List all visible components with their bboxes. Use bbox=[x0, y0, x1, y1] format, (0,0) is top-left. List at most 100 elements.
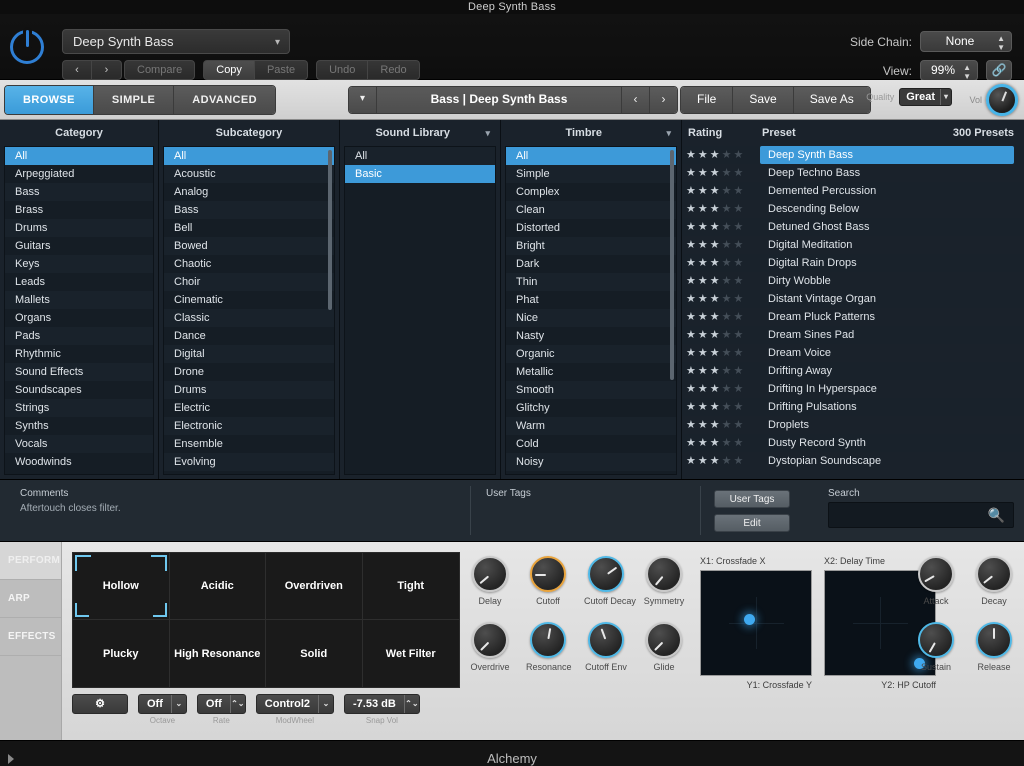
star-icon[interactable]: ★ bbox=[710, 383, 720, 395]
star-icon[interactable]: ★ bbox=[722, 311, 732, 323]
preset-row[interactable]: ★ ★ ★ ★ ★ Deep Techno Bass bbox=[682, 164, 1024, 182]
scrollbar[interactable] bbox=[670, 150, 674, 380]
knob[interactable] bbox=[646, 622, 682, 658]
sound-library-header[interactable]: Sound Library ▾ bbox=[340, 120, 500, 146]
star-icon[interactable]: ★ bbox=[686, 293, 696, 305]
expand-triangle-icon[interactable] bbox=[8, 754, 14, 764]
stepper-arrows-icon[interactable]: ⌃⌄ bbox=[403, 695, 419, 713]
star-icon[interactable]: ★ bbox=[710, 419, 720, 431]
subcategory-list-item[interactable]: Acoustic bbox=[164, 165, 334, 183]
star-icon[interactable]: ★ bbox=[710, 401, 720, 413]
star-icon[interactable]: ★ bbox=[710, 329, 720, 341]
rating-stars[interactable]: ★ ★ ★ ★ ★ bbox=[682, 383, 760, 395]
star-icon[interactable]: ★ bbox=[710, 239, 720, 251]
category-list-item[interactable]: Mallets bbox=[5, 291, 153, 309]
xy-pad-handle[interactable] bbox=[744, 614, 755, 625]
star-icon[interactable]: ★ bbox=[722, 437, 732, 449]
star-icon[interactable]: ★ bbox=[686, 311, 696, 323]
star-icon[interactable]: ★ bbox=[722, 203, 732, 215]
preset-row[interactable]: ★ ★ ★ ★ ★ Descending Below bbox=[682, 200, 1024, 218]
preset-row[interactable]: ★ ★ ★ ★ ★ Drifting Away bbox=[682, 362, 1024, 380]
preset-row[interactable]: ★ ★ ★ ★ ★ Dystopian Soundscape bbox=[682, 452, 1024, 470]
timbre-list-item[interactable]: Clean bbox=[506, 201, 676, 219]
star-icon[interactable]: ★ bbox=[722, 365, 732, 377]
preset-row[interactable]: ★ ★ ★ ★ ★ Digital Rain Drops bbox=[682, 254, 1024, 272]
rating-stars[interactable]: ★ ★ ★ ★ ★ bbox=[682, 167, 760, 179]
tab-perform[interactable]: PERFORM bbox=[0, 542, 61, 580]
knob[interactable] bbox=[530, 556, 566, 592]
preset-row[interactable]: ★ ★ ★ ★ ★ Droplets bbox=[682, 416, 1024, 434]
paste-button[interactable]: Paste bbox=[254, 60, 309, 80]
snapshot-pad[interactable]: Solid bbox=[266, 620, 363, 687]
category-list-item[interactable]: Organs bbox=[5, 309, 153, 327]
undo-button[interactable]: Undo bbox=[316, 60, 369, 80]
timbre-list-item[interactable]: Nasty bbox=[506, 327, 676, 345]
star-icon[interactable]: ★ bbox=[734, 221, 744, 233]
star-icon[interactable]: ★ bbox=[710, 293, 720, 305]
timbre-list-item[interactable]: Cold bbox=[506, 435, 676, 453]
preset-row[interactable]: ★ ★ ★ ★ ★ Distant Vintage Organ bbox=[682, 290, 1024, 308]
copy-button[interactable]: Copy bbox=[203, 60, 255, 80]
preset-path-value[interactable]: Bass | Deep Synth Bass bbox=[377, 87, 621, 113]
rating-stars[interactable]: ★ ★ ★ ★ ★ bbox=[682, 347, 760, 359]
category-list-item[interactable]: Pads bbox=[5, 327, 153, 345]
star-icon[interactable]: ★ bbox=[734, 401, 744, 413]
subcategory-list-item[interactable]: Ensemble bbox=[164, 435, 334, 453]
star-icon[interactable]: ★ bbox=[710, 185, 720, 197]
star-icon[interactable]: ★ bbox=[734, 239, 744, 251]
subcategory-list-item[interactable]: All bbox=[164, 147, 334, 165]
timbre-list-item[interactable]: Complex bbox=[506, 183, 676, 201]
sound-library-list-item[interactable]: All bbox=[345, 147, 495, 165]
star-icon[interactable]: ★ bbox=[710, 167, 720, 179]
star-icon[interactable]: ★ bbox=[698, 221, 708, 233]
star-icon[interactable]: ★ bbox=[698, 365, 708, 377]
star-icon[interactable]: ★ bbox=[698, 149, 708, 161]
subcategory-list-item[interactable]: Analog bbox=[164, 183, 334, 201]
star-icon[interactable]: ★ bbox=[734, 329, 744, 341]
control-dropdown[interactable]: Control2 ⌄ bbox=[255, 694, 335, 714]
quality-dropdown[interactable]: Great ▾ bbox=[899, 88, 952, 106]
timbre-header[interactable]: Timbre ▾ bbox=[501, 120, 681, 146]
scrollbar[interactable] bbox=[328, 150, 332, 310]
star-icon[interactable]: ★ bbox=[698, 401, 708, 413]
link-icon[interactable]: 🔗 bbox=[986, 60, 1012, 81]
timbre-list-item[interactable]: All bbox=[506, 147, 676, 165]
rating-stars[interactable]: ★ ★ ★ ★ ★ bbox=[682, 293, 760, 305]
subcategory-list[interactable]: All Acoustic Analog Bass Bell Bowed Chaotic Cho… bbox=[163, 146, 335, 475]
preset-row[interactable]: ★ ★ ★ ★ ★ Dream Voice bbox=[682, 344, 1024, 362]
star-icon[interactable]: ★ bbox=[734, 347, 744, 359]
rating-stars[interactable]: ★ ★ ★ ★ ★ bbox=[682, 365, 760, 377]
star-icon[interactable]: ★ bbox=[710, 365, 720, 377]
knob[interactable] bbox=[472, 556, 508, 592]
star-icon[interactable]: ★ bbox=[710, 437, 720, 449]
view-zoom-dropdown[interactable]: 99% ▲ ▼ bbox=[919, 60, 978, 81]
star-icon[interactable]: ★ bbox=[722, 293, 732, 305]
star-icon[interactable]: ★ bbox=[722, 347, 732, 359]
knob[interactable] bbox=[976, 622, 1012, 658]
star-icon[interactable]: ★ bbox=[698, 437, 708, 449]
star-icon[interactable]: ★ bbox=[686, 167, 696, 179]
preset-path-prev-button[interactable]: ‹ bbox=[621, 87, 649, 113]
volume-knob[interactable] bbox=[986, 84, 1018, 116]
timbre-list-item[interactable]: Distorted bbox=[506, 219, 676, 237]
preset-row[interactable]: ★ ★ ★ ★ ★ Dream Pluck Patterns bbox=[682, 308, 1024, 326]
redo-button[interactable]: Redo bbox=[368, 60, 420, 80]
star-icon[interactable]: ★ bbox=[698, 311, 708, 323]
category-list-item[interactable]: Strings bbox=[5, 399, 153, 417]
user-tags-button[interactable]: User Tags bbox=[714, 490, 790, 508]
subcategory-list-item[interactable]: Classic bbox=[164, 309, 334, 327]
preset-row[interactable]: ★ ★ ★ ★ ★ Demented Percussion bbox=[682, 182, 1024, 200]
sound-library-list[interactable]: All Basic bbox=[344, 146, 496, 475]
timbre-list-item[interactable]: Phat bbox=[506, 291, 676, 309]
tab-browse[interactable]: BROWSE bbox=[5, 86, 94, 114]
tab-advanced[interactable]: ADVANCED bbox=[174, 86, 275, 114]
subcategory-list-item[interactable]: Cinematic bbox=[164, 291, 334, 309]
star-icon[interactable]: ★ bbox=[734, 203, 744, 215]
star-icon[interactable]: ★ bbox=[710, 275, 720, 287]
timbre-list-item[interactable]: Nice bbox=[506, 309, 676, 327]
preset-row[interactable]: ★ ★ ★ ★ ★ Digital Meditation bbox=[682, 236, 1024, 254]
star-icon[interactable]: ★ bbox=[686, 383, 696, 395]
next-preset-button[interactable]: › bbox=[92, 60, 122, 80]
rating-stars[interactable]: ★ ★ ★ ★ ★ bbox=[682, 149, 760, 161]
save-button[interactable]: Save bbox=[733, 87, 794, 113]
